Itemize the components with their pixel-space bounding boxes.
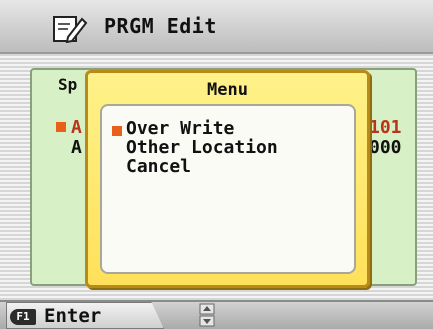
row-value: 101	[369, 117, 402, 138]
pencil-notepad-icon	[53, 16, 88, 43]
menu-selection-marker	[112, 126, 122, 136]
enter-label: Enter	[44, 305, 102, 327]
panel-tab-label: Sp	[58, 75, 78, 94]
menu-title: Menu	[207, 80, 248, 100]
row-value: 000	[369, 137, 402, 158]
up-down-arrows-icon[interactable]	[199, 303, 215, 327]
row-label: A	[71, 117, 82, 138]
page-title: PRGM Edit	[104, 14, 217, 38]
title-bar: PRGM Edit	[0, 0, 433, 54]
menu-item-over-write[interactable]: Over Write	[126, 119, 234, 139]
f1-key-badge: F1	[10, 309, 36, 325]
menu-item-cancel[interactable]: Cancel	[126, 157, 191, 177]
row-label: A	[71, 137, 82, 158]
row-selected-marker	[56, 122, 66, 132]
menu-item-other-location[interactable]: Other Location	[126, 138, 278, 158]
